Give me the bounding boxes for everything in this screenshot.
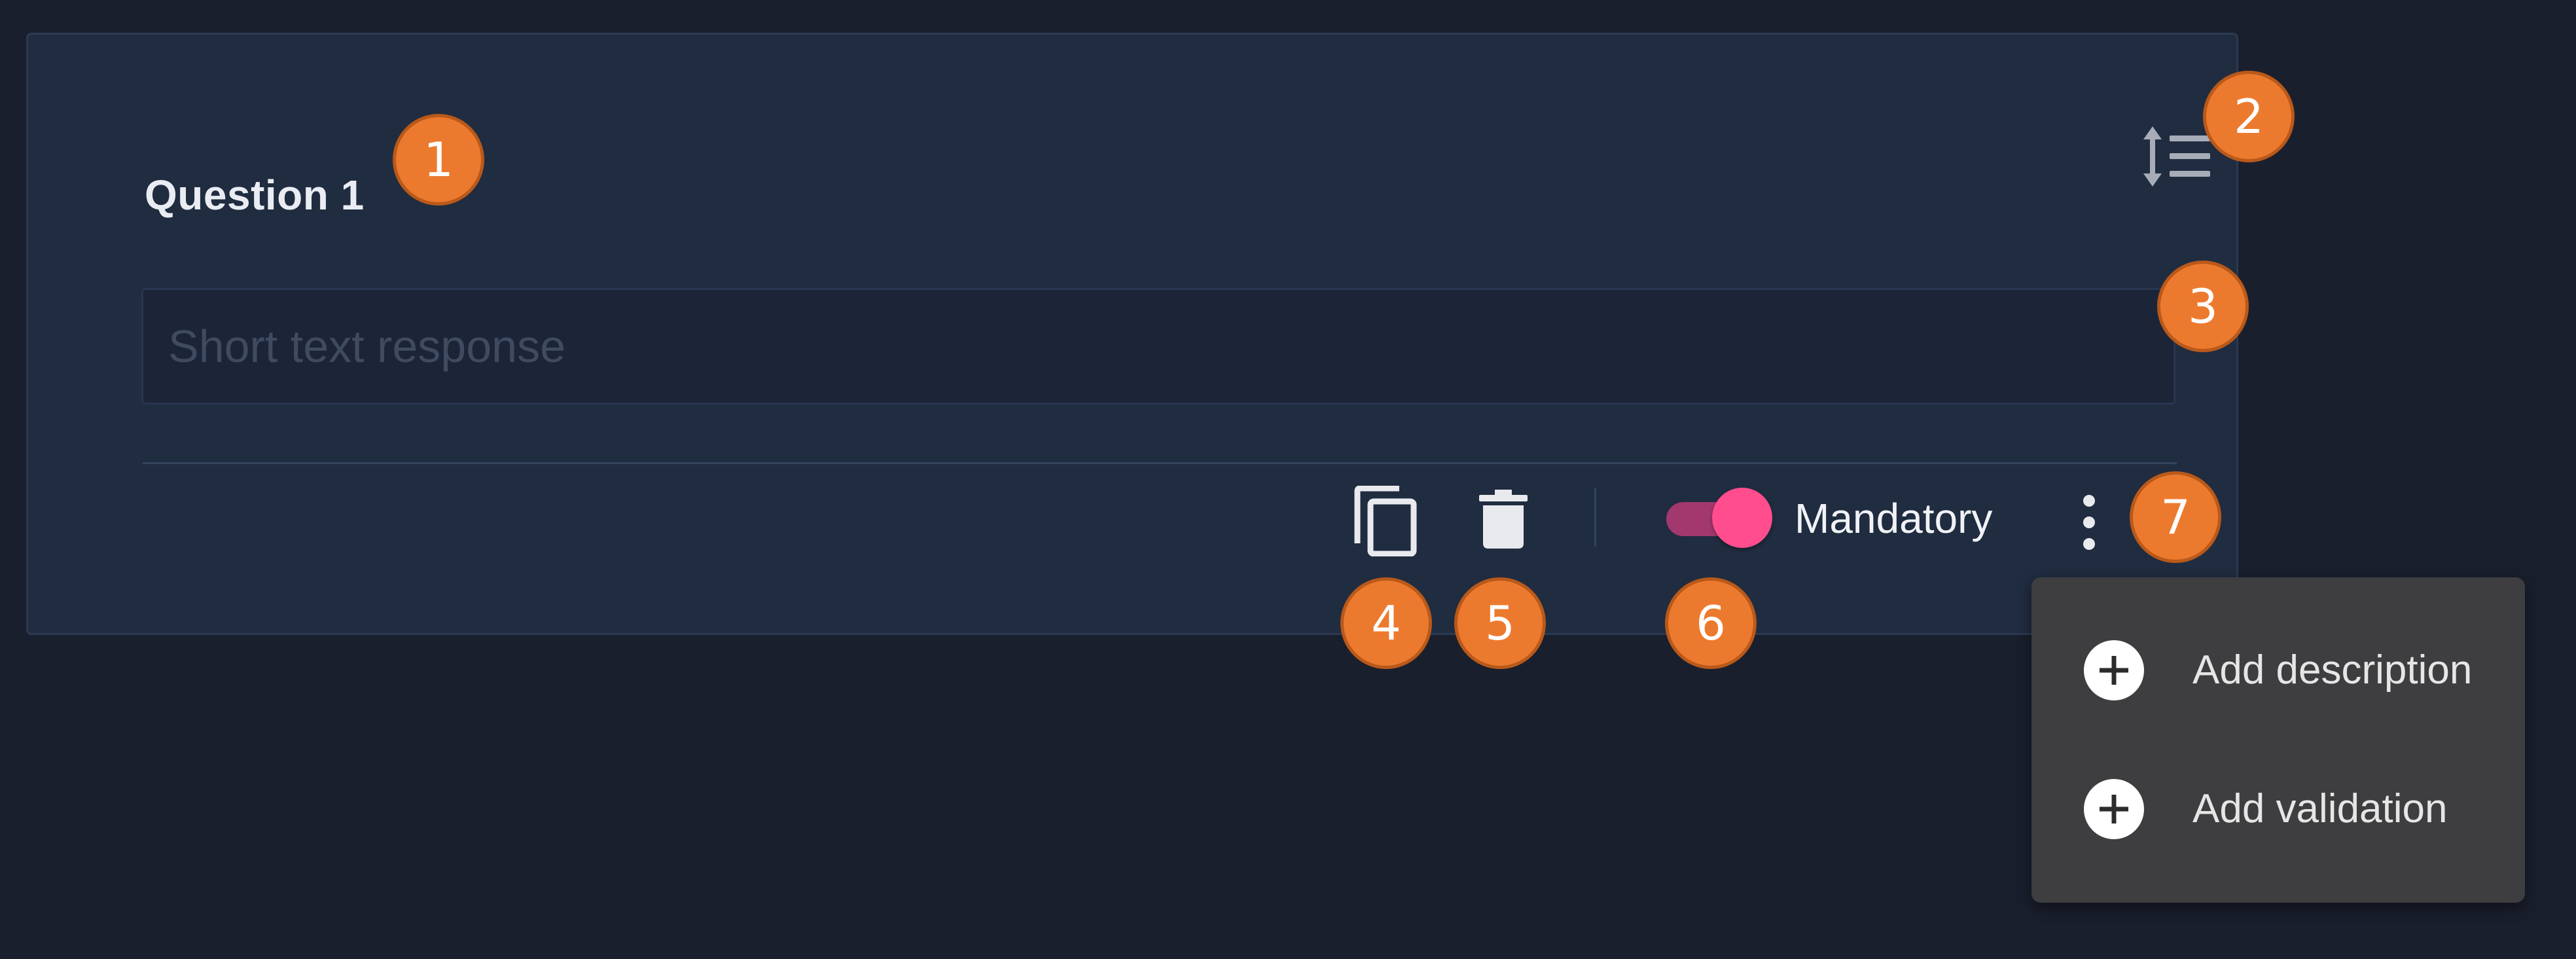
- callout-2: 2: [2203, 71, 2295, 162]
- menu-item-label: Add validation: [2192, 786, 2448, 831]
- mandatory-toggle[interactable]: [1666, 488, 1774, 548]
- menu-item-label: Add description: [2192, 647, 2473, 693]
- form-builder-stage: Question 1 Mandatory: [0, 0, 2576, 959]
- copy-icon[interactable]: [1353, 486, 1419, 556]
- plus-circle-icon: [2084, 779, 2144, 839]
- trash-icon[interactable]: [1478, 490, 1529, 549]
- more-vertical-icon[interactable]: [2072, 494, 2106, 551]
- callout-4: 4: [1340, 577, 1432, 669]
- callout-3: 3: [2157, 261, 2249, 352]
- callout-6: 6: [1665, 577, 1757, 669]
- toolbar-divider: [1594, 488, 1596, 547]
- toggle-thumb: [1712, 488, 1772, 548]
- more-options-menu: Add description Add validation: [2031, 577, 2525, 903]
- short-text-input[interactable]: [168, 290, 2149, 403]
- card-divider: [143, 462, 2177, 464]
- plus-circle-icon: [2084, 640, 2144, 700]
- reorder-icon[interactable]: [2141, 125, 2213, 188]
- question-title: Question 1: [145, 172, 365, 219]
- mandatory-label: Mandatory: [1795, 495, 1993, 542]
- menu-item-add-validation[interactable]: Add validation: [2031, 755, 2525, 854]
- question-card: Question 1: [26, 33, 2238, 635]
- short-text-answer-field[interactable]: [141, 288, 2175, 405]
- callout-7: 7: [2130, 471, 2221, 563]
- menu-item-add-description[interactable]: Add description: [2031, 617, 2525, 715]
- callout-1: 1: [393, 114, 484, 206]
- callout-5: 5: [1454, 577, 1546, 669]
